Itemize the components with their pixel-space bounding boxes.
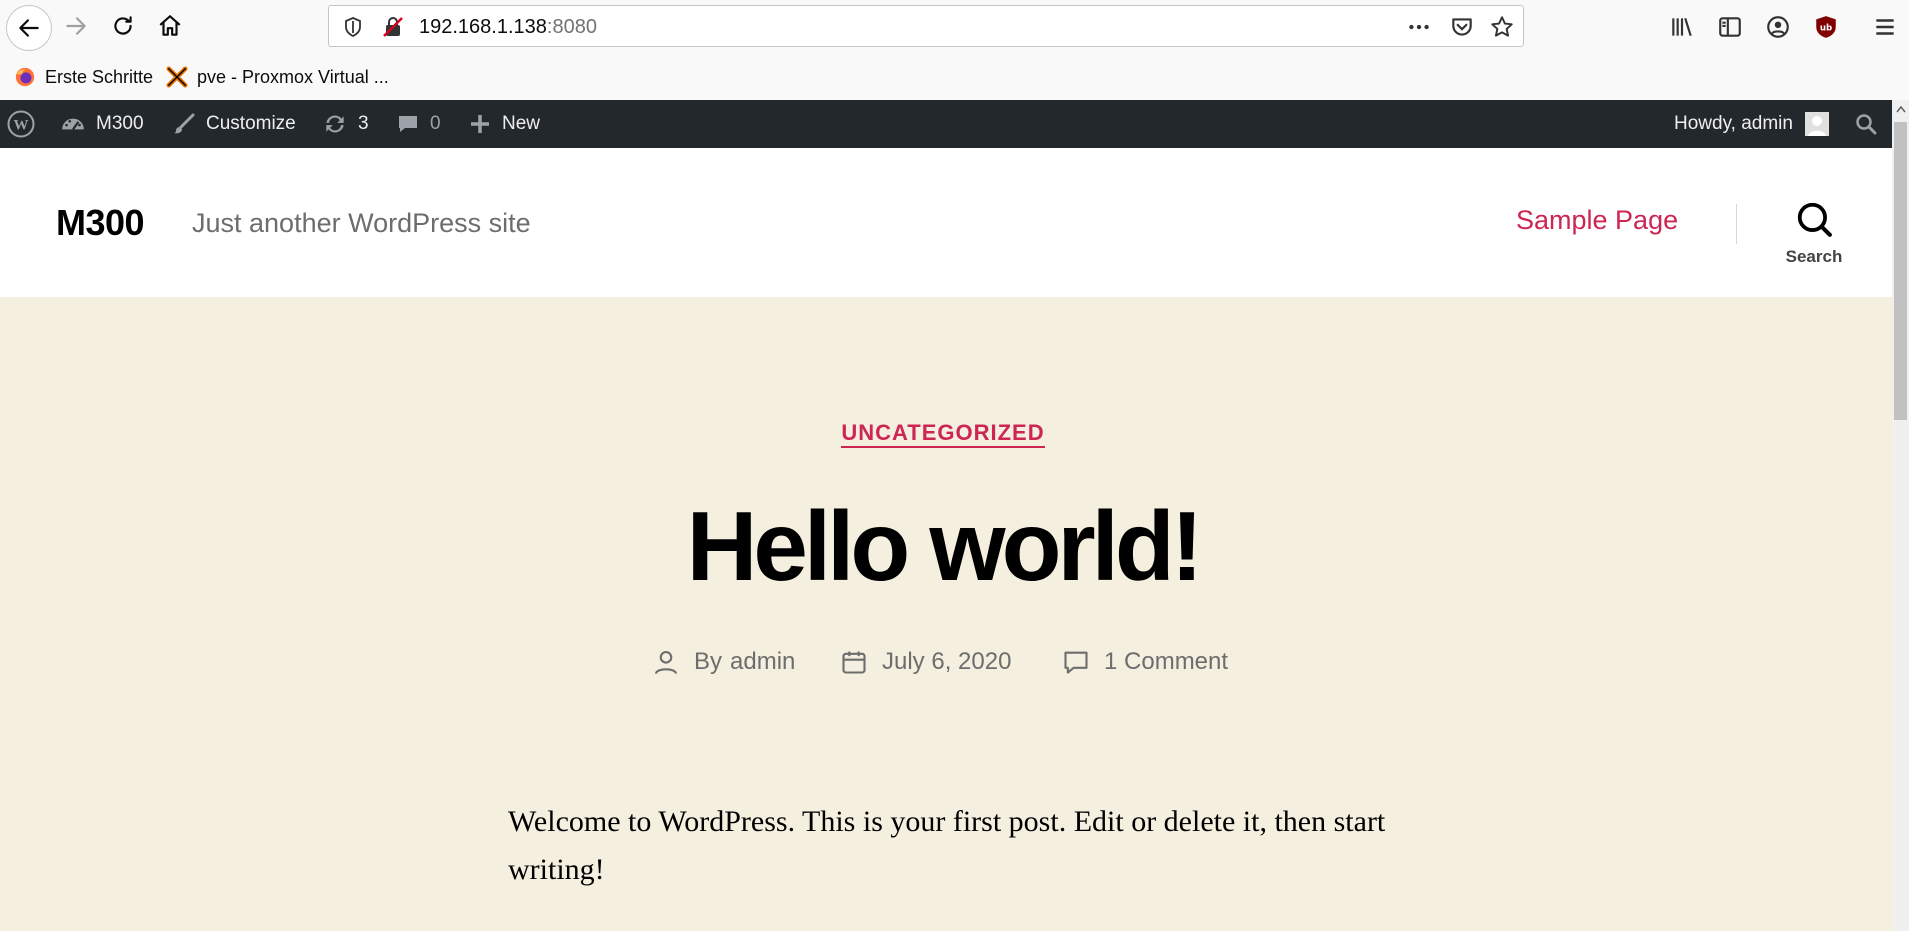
page-actions-menu-icon[interactable] xyxy=(1404,12,1434,42)
paintbrush-icon xyxy=(174,113,195,134)
plus-icon xyxy=(471,115,489,133)
library-icon[interactable] xyxy=(1667,12,1697,42)
search-icon xyxy=(1856,114,1877,135)
header-divider xyxy=(1736,204,1737,244)
arrow-right-icon xyxy=(66,17,86,35)
entry-header: UNCATEGORIZED Hello world! By admin July… xyxy=(0,297,1892,931)
proxmox-icon xyxy=(166,66,188,88)
scrollbar-thumb[interactable] xyxy=(1894,122,1907,420)
wp-logo-menu[interactable]: W xyxy=(6,100,46,148)
date-link[interactable]: July 6, 2020 xyxy=(882,648,1011,676)
avatar xyxy=(1804,112,1829,136)
home-icon xyxy=(159,15,181,36)
pocket-icon[interactable] xyxy=(1447,12,1477,42)
menu-item-sample-page[interactable]: Sample Page xyxy=(1516,205,1678,236)
arrow-left-icon xyxy=(19,19,39,37)
home-button[interactable] xyxy=(150,6,190,46)
bookmark-erste-schritte[interactable]: Erste Schritte xyxy=(14,66,153,88)
category-link-wrap: UNCATEGORIZED xyxy=(0,420,1886,448)
adminbar-comments[interactable]: 0 xyxy=(396,100,441,148)
bookmark-pve[interactable]: pve - Proxmox Virtual ... xyxy=(166,66,389,88)
dashboard-icon xyxy=(62,118,84,131)
reload-button[interactable] xyxy=(103,6,143,46)
site-description: Just another WordPress site xyxy=(192,208,531,238)
tracking-protection-shield-icon[interactable] xyxy=(341,15,365,39)
adminbar-my-account[interactable]: Howdy, admin xyxy=(1674,100,1829,148)
post-title[interactable]: Hello world! xyxy=(0,492,1886,601)
adminbar-site-name[interactable]: M300 xyxy=(60,100,144,148)
comments-link[interactable]: 1 Comment xyxy=(1104,648,1228,676)
wp-admin-bar: W M300 Customize 3 0 New Howdy, admin xyxy=(0,100,1892,148)
search-label: Search xyxy=(1785,247,1843,266)
ublock-origin-icon[interactable]: ub xyxy=(1811,12,1841,42)
updates-icon xyxy=(326,115,344,133)
site-title[interactable]: M300 xyxy=(56,202,145,244)
post-author: By admin xyxy=(652,642,795,682)
calendar-icon xyxy=(842,651,866,674)
person-icon xyxy=(655,651,677,675)
insecure-connection-icon[interactable] xyxy=(381,15,405,39)
wordpress-logo-icon: W xyxy=(7,110,35,138)
author-link[interactable]: admin xyxy=(730,648,795,676)
svg-text:W: W xyxy=(14,118,29,134)
url-text[interactable]: 192.168.1.138:8080 xyxy=(419,16,597,39)
site-header: M300 Just another WordPress site Sample … xyxy=(0,148,1892,297)
comment-icon xyxy=(1064,651,1088,674)
adminbar-customize[interactable]: Customize xyxy=(172,100,296,148)
post-comments: 1 Comment xyxy=(1062,642,1228,682)
url-bar[interactable]: 192.168.1.138:8080 xyxy=(328,5,1524,47)
adminbar-new-content[interactable]: New xyxy=(468,100,540,148)
sidebar-icon[interactable] xyxy=(1715,12,1745,42)
back-button[interactable] xyxy=(6,5,52,51)
search-toggle-button[interactable]: Search xyxy=(1780,200,1848,267)
account-icon[interactable] xyxy=(1763,12,1793,42)
comment-bubble-icon xyxy=(399,116,417,132)
firefox-icon xyxy=(15,67,35,87)
svg-text:ub: ub xyxy=(1820,23,1832,33)
page-viewport: M300 Just another WordPress site Sample … xyxy=(0,148,1892,931)
category-link[interactable]: UNCATEGORIZED xyxy=(841,420,1045,448)
hamburger-menu-icon[interactable] xyxy=(1870,12,1900,42)
post-date: July 6, 2020 xyxy=(840,642,1011,682)
bookmarks-toolbar: Erste Schritte pve - Proxmox Virtual ... xyxy=(0,54,1909,100)
page-scrollbar[interactable] xyxy=(1892,100,1909,931)
post-content: Welcome to WordPress. This is your first… xyxy=(508,805,1386,886)
forward-button[interactable] xyxy=(56,6,96,46)
adminbar-search[interactable] xyxy=(1854,100,1888,148)
scroll-up-arrow[interactable] xyxy=(1892,100,1909,118)
bookmark-star-icon[interactable] xyxy=(1487,12,1517,42)
search-icon xyxy=(1797,202,1832,237)
browser-toolbar: 192.168.1.138:8080 ub xyxy=(0,0,1909,54)
adminbar-updates[interactable]: 3 xyxy=(322,100,369,148)
reload-icon xyxy=(114,16,132,35)
